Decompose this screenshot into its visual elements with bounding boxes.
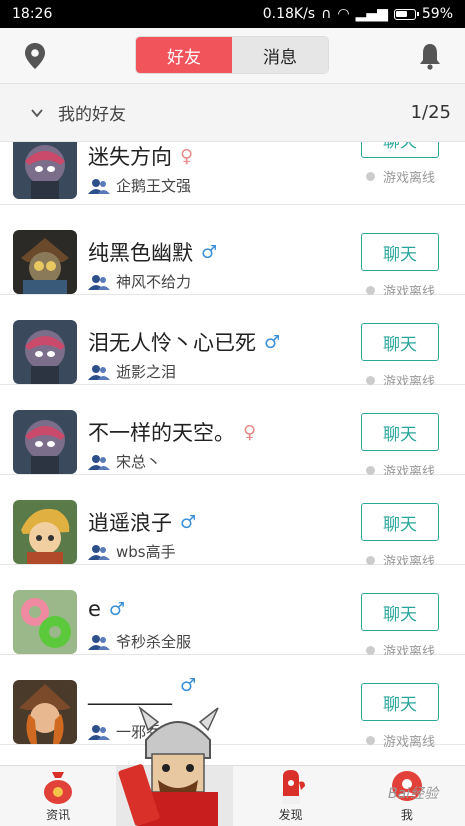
status-dot [366,556,375,565]
tab-label: 发现 [278,808,303,822]
status-text: 游戏离线 [383,171,436,186]
tab-messages[interactable]: 消息 [232,37,328,73]
chat-button[interactable]: 聊天 [361,413,439,451]
battery-level: 59% [421,6,453,22]
list-item[interactable]: 纯黑色幽默 ♂ 神风不给力 聊天 游戏离线 [0,205,465,300]
online-status: 游戏离线 [366,731,435,750]
status-dot [366,646,375,655]
friends-icon [88,178,110,194]
avatar [13,320,77,384]
status-dot [366,466,375,475]
location-icon[interactable] [22,41,48,71]
friend-name: e ♂ [88,597,125,621]
list-item[interactable]: 不一样的天空。 ♀ 宋总丶 聊天 游戏离线 [0,385,465,480]
avatar [13,680,77,744]
list-item[interactable]: 逍遥浪子 ♂ wbs高手 聊天 游戏离线 [0,475,465,570]
tab-news[interactable]: 资讯 [0,766,116,826]
friend-name: 迷失方向 ♀ [88,142,193,171]
signal-icon: ▂▄▆ [355,6,388,22]
friend-server: 逝影之泪 [88,361,176,382]
friends-icon [88,724,110,740]
chat-button[interactable]: 聊天 [361,503,439,541]
friend-server: wbs高手 [88,541,176,562]
chat-button[interactable]: 聊天 [361,323,439,361]
friend-server: 宋总丶 [88,451,161,472]
chat-button[interactable]: 聊天 [361,593,439,631]
friend-name: 不一样的天空。 ♀ [88,417,256,447]
friend-name-text: 纯黑色幽默 [88,241,193,265]
group-title: 我的好友 [58,105,126,125]
tab-friends[interactable]: 好友 [136,37,232,73]
list-item[interactable]: 泪无人怜丶心已死 ♂ 逝影之泪 聊天 游戏离线 [0,295,465,390]
watermark: Bai经验 [388,786,439,802]
status-dot [366,286,375,295]
female-icon: ♀ [243,421,257,443]
friend-name: 泪无人怜丶心已死 ♂ [88,327,280,357]
avatar [13,590,77,654]
male-icon: ♂ [180,511,197,533]
network-speed: 0.18K/s [262,6,316,22]
money-bag-icon [44,772,73,804]
friend-server: 企鹅王文强 [88,175,191,196]
friends-icon [88,274,110,290]
mitten-icon [281,770,305,804]
male-icon: ♂ [180,674,197,696]
status-time: 18:26 [12,6,53,22]
status-dot [366,736,375,745]
chat-button[interactable]: 聊天 [361,683,439,721]
mascot-character [118,705,219,826]
tab-label: 我 [400,808,413,822]
chevron-down-icon [31,108,43,117]
avatar [13,142,77,199]
friend-name-text: 迷失方向 [88,145,172,169]
tab-discover[interactable]: 发现 [233,766,349,826]
chat-button[interactable]: 聊天 [361,142,439,158]
bell-icon[interactable] [417,41,443,71]
headset-icon: ∩ [321,6,332,22]
avatar [13,230,77,294]
server-name: wbs高手 [116,543,176,561]
friend-list: 迷失方向 ♀ 企鹅王文强 聊天 游戏离线 纯黑色幽默 ♂ 神风不给力 聊天 游戏离线… [0,142,465,765]
friend-name-text: 不一样的天空。 [88,421,235,445]
status-dot [366,172,375,181]
status-dot [366,376,375,385]
friend-name-text: e [88,597,101,621]
server-name: 宋总丶 [116,453,162,471]
friends-icon [88,364,110,380]
friend-name-text: 逍遥浪子 [88,511,172,535]
battery-icon [393,8,419,20]
friends-icon [88,454,110,470]
friend-group-header[interactable]: 我的好友 1/25 [0,84,465,142]
status-text: 游戏离线 [383,735,436,750]
chat-button[interactable]: 聊天 [361,233,439,271]
friends-icon [88,544,110,560]
male-icon: ♂ [108,598,126,620]
avatar [13,410,77,474]
wifi-icon: ◠ [337,6,350,22]
status-bar: 18:26 0.18K/s ∩ ◠ ▂▄▆ 59% [0,0,465,28]
friend-name: 逍遥浪子 ♂ [88,507,196,537]
segment-control: 好友 消息 [135,36,329,74]
list-item[interactable]: e ♂ 爷秒杀全服 聊天 游戏离线 [0,565,465,660]
server-name: 神风不给力 [116,273,192,291]
friend-server: 爷秒杀全服 [88,631,191,652]
top-bar: 好友 消息 [0,28,465,84]
female-icon: ♀ [180,145,194,167]
male-icon: ♂ [264,331,281,353]
list-item[interactable]: 迷失方向 ♀ 企鹅王文强 聊天 游戏离线 [0,142,465,205]
server-name: 逝影之泪 [116,363,177,381]
group-count: 1/25 [410,102,451,123]
male-icon: ♂ [201,241,218,263]
avatar [13,500,77,564]
friends-icon [88,634,110,650]
friend-name: 纯黑色幽默 ♂ [88,237,217,267]
status-indicators: 0.18K/s ∩ ◠ ▂▄▆ 59% [263,6,453,22]
server-name: 企鹅王文强 [116,177,192,195]
online-status: 游戏离线 [366,167,435,186]
friend-server: 神风不给力 [88,271,191,292]
friend-name-text: 泪无人怜丶心已死 [88,331,256,355]
server-name: 爷秒杀全服 [116,633,192,651]
tab-label: 资讯 [46,808,71,822]
